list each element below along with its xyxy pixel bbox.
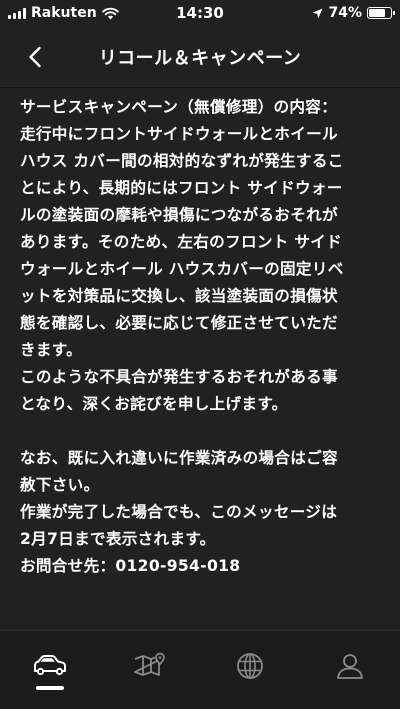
- tab-bar: [0, 630, 400, 709]
- tab-connected-services[interactable]: [200, 631, 300, 709]
- tab-map[interactable]: [100, 631, 200, 709]
- display-period-note: 作業が完了した場合でも、このメッセージは 2月7日まで表示されます。: [20, 499, 382, 553]
- map-icon: [134, 652, 165, 676]
- back-button[interactable]: [18, 40, 52, 74]
- text-line: 態を確認し、必要に応じて修正させていただ: [20, 314, 338, 332]
- globe-icon: [237, 653, 263, 679]
- text-line: 赦下さい。: [20, 476, 100, 494]
- screen: Rakuten 14:30 74% リコール＆キャンペーン サービスキャンペーン…: [0, 0, 400, 709]
- chevron-left-icon: [29, 46, 41, 68]
- completed-work-note: なお、既に入れ違いに作業済みの場合はご容 赦下さい。: [20, 445, 382, 499]
- battery-fill: [369, 9, 385, 17]
- location-arrow-icon: [312, 8, 323, 18]
- tab-vehicle[interactable]: [0, 631, 100, 709]
- status-left: Rakuten: [8, 5, 119, 21]
- battery-percent: 74%: [328, 5, 362, 21]
- text-line: このような不具合が発生するおそれがある事: [20, 368, 338, 386]
- text-line: 2月7日まで表示されます。: [20, 530, 216, 548]
- active-tab-indicator: [36, 686, 64, 690]
- text-line: サービスキャンペーン（無償修理）の内容：: [20, 98, 338, 116]
- text-line: 作業が完了した場合でも、このメッセージは: [20, 503, 338, 521]
- apology-text: このような不具合が発生するおそれがある事 となり、深くお詫びを申し上げます。: [20, 364, 382, 418]
- text-line: とにより、長期的にはフロント サイドウォー: [20, 179, 343, 197]
- text-line: 走行中にフロントサイドウォールとホイール: [20, 125, 338, 143]
- signal-strength-icon: [8, 7, 26, 19]
- contact-info: お問合せ先：0120-954-018: [20, 557, 241, 575]
- text-line: あります。そのため、左右のフロント サイド: [20, 233, 343, 251]
- tab-profile[interactable]: [300, 631, 400, 709]
- navigation-header: リコール＆キャンペーン: [0, 26, 400, 88]
- text-line: きます。: [20, 341, 83, 359]
- status-right: 74%: [312, 5, 395, 21]
- status-bar: Rakuten 14:30 74%: [0, 0, 400, 26]
- text-line: なお、既に入れ違いに作業済みの場合はご容: [20, 449, 338, 467]
- page-title: リコール＆キャンペーン: [98, 47, 302, 69]
- wifi-icon: [101, 7, 119, 19]
- campaign-description: サービスキャンペーン（無償修理）の内容： 走行中にフロントサイドウォールとホイー…: [20, 94, 382, 364]
- profile-icon: [337, 654, 363, 679]
- carrier-name: Rakuten: [31, 5, 97, 21]
- text-line: ウォールとホイール ハウスカバーの固定リベ: [20, 260, 344, 278]
- text-line: ルの塗装面の摩耗や損傷につながるおそれが: [20, 206, 338, 224]
- campaign-details: サービスキャンペーン（無償修理）の内容： 走行中にフロントサイドウォールとホイー…: [20, 94, 382, 580]
- text-line: ットを対策品に交換し、該当塗装面の損傷状: [20, 287, 338, 305]
- battery-icon: [367, 7, 395, 19]
- text-line: となり、深くお詫びを申し上げます。: [20, 395, 288, 413]
- text-line: ハウス カバー間の相対的なずれが発生するこ: [20, 152, 344, 170]
- car-icon: [34, 655, 66, 676]
